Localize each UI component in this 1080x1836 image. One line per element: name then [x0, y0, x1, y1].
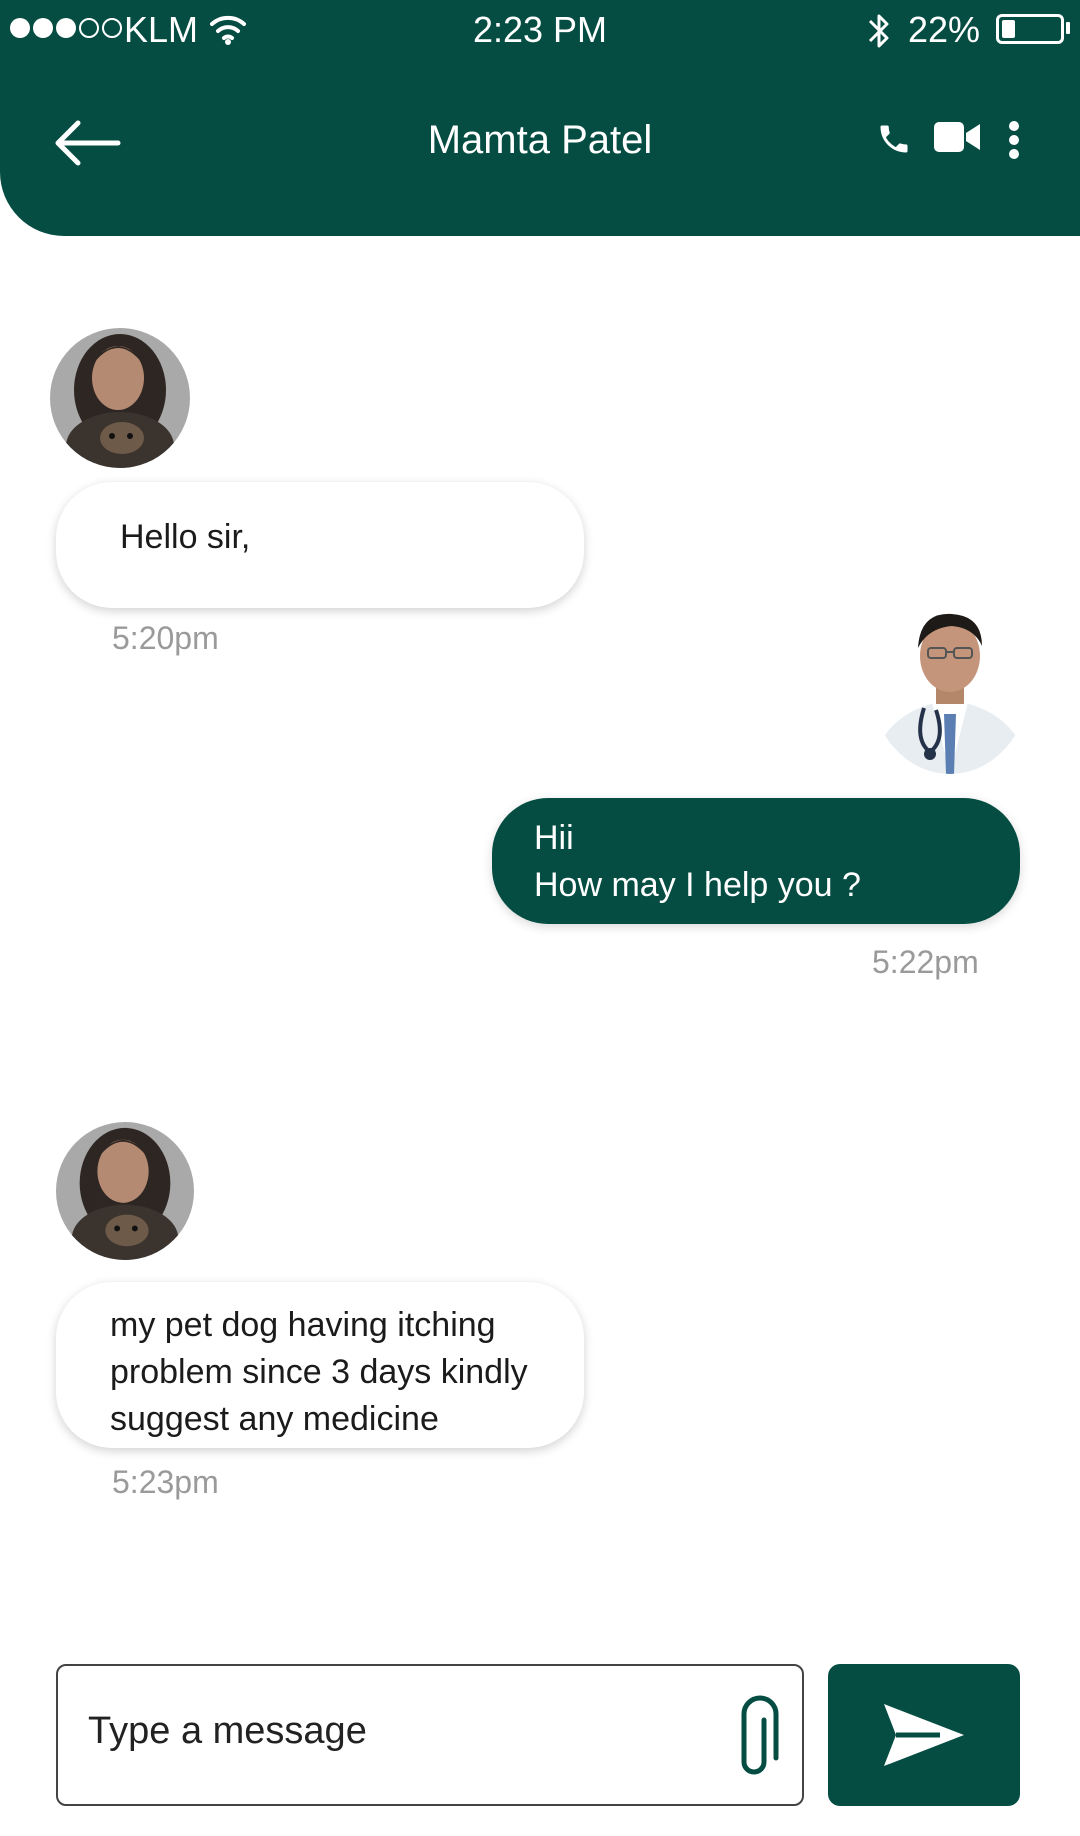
message-timestamp: 5:23pm — [112, 1464, 219, 1500]
contact-name: Mamta Patel — [427, 118, 653, 162]
message-bubble-incoming: my pet dog having itching problem since … — [56, 1282, 584, 1448]
message-text: Hii — [534, 819, 574, 857]
contact-avatar[interactable] — [50, 328, 190, 468]
contact-avatar[interactable] — [56, 1122, 194, 1260]
message-bubble-incoming: Hello sir, — [56, 482, 584, 608]
message-text: problem since 3 days kindly — [110, 1353, 528, 1391]
chat-header: KLM 2:23 PM 22% Mamta Patel — [0, 0, 1080, 236]
bluetooth-icon — [868, 14, 889, 48]
message-timestamp: 5:20pm — [112, 620, 219, 656]
battery-icon — [996, 14, 1064, 44]
more-vertical-icon[interactable] — [1006, 120, 1022, 160]
message-bubble-outgoing: Hii How may I help you ? — [492, 798, 1020, 924]
send-button[interactable] — [828, 1664, 1020, 1806]
message-input-container[interactable] — [56, 1664, 804, 1806]
message-input[interactable] — [88, 1710, 688, 1753]
message-text: my pet dog having itching — [110, 1306, 496, 1344]
message-text: How may I help you ? — [534, 866, 861, 904]
send-icon — [884, 1704, 964, 1766]
doctor-avatar[interactable] — [870, 590, 1030, 774]
battery-percent: 22% — [908, 9, 981, 50]
paperclip-icon[interactable] — [734, 1694, 782, 1778]
message-text: suggest any medicine — [110, 1400, 439, 1438]
message-timestamp: 5:22pm — [872, 944, 979, 980]
message-text: Hello sir, — [120, 518, 251, 556]
phone-icon[interactable] — [876, 120, 912, 158]
video-call-icon[interactable] — [932, 120, 982, 154]
